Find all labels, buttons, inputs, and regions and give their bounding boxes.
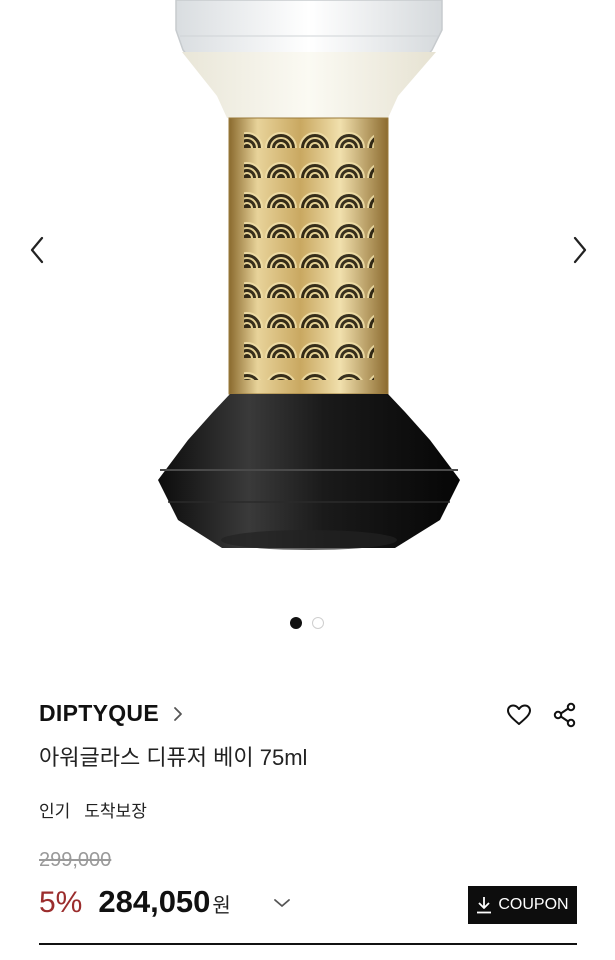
sale-price: 284,050 (98, 884, 211, 919)
currency-unit: 원 (212, 895, 231, 917)
sale-price-row: 5% 284,050 원 (39, 884, 231, 920)
tag-guaranteed-arrival: 도착보장 (84, 802, 147, 821)
share-icon (553, 702, 576, 728)
chevron-left-icon (30, 236, 44, 264)
share-button[interactable] (550, 700, 580, 730)
section-divider (39, 943, 577, 945)
chevron-right-icon (173, 706, 183, 722)
gallery-pagination (290, 617, 324, 629)
brand-name: DIPTYQUE (39, 700, 159, 726)
product-tags: 인기 도착보장 (39, 797, 147, 822)
discount-rate: 5% (39, 886, 83, 919)
chevron-down-icon (274, 899, 290, 907)
chevron-right-icon (573, 236, 587, 264)
gallery-next-button[interactable] (565, 230, 595, 270)
tag-popular: 인기 (39, 802, 71, 821)
coupon-label: COUPON (498, 896, 569, 913)
download-icon (477, 897, 492, 914)
wishlist-button[interactable] (504, 700, 534, 730)
heart-icon (507, 704, 531, 725)
original-price: 299,000 (39, 849, 112, 871)
pagination-dot[interactable] (312, 617, 324, 629)
brand-link[interactable]: DIPTYQUE (39, 700, 183, 727)
gallery-prev-button[interactable] (22, 230, 52, 270)
coupon-download-button[interactable]: COUPON (468, 886, 577, 924)
price-details-toggle[interactable] (270, 893, 294, 913)
product-image (158, 0, 460, 550)
pagination-dot-active[interactable] (290, 617, 302, 629)
product-title: 아워글라스 디퓨저 베이 75ml (39, 745, 308, 770)
product-gallery[interactable] (0, 0, 615, 640)
